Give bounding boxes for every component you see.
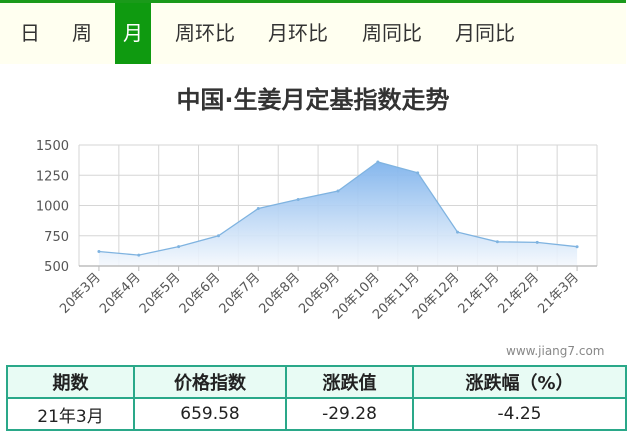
stats-table: 期数 价格指数 涨跌值 涨跌幅（%） 21年3月 659.58 -29.28 -… <box>6 365 627 431</box>
data-point <box>495 240 499 244</box>
index-area <box>98 161 578 266</box>
header-change-percent: 涨跌幅（%） <box>412 365 627 399</box>
tab-week-on-week[interactable]: 周环比 <box>165 3 245 64</box>
cell-price-index: 659.58 <box>133 397 287 431</box>
data-point <box>376 160 380 164</box>
y-tick-label: 750 <box>44 230 69 245</box>
y-tick-label: 1250 <box>36 169 69 184</box>
table-row: 21年3月 659.58 -29.28 -4.25 <box>6 397 627 431</box>
tab-month-year-on-year[interactable]: 月同比 <box>445 3 525 64</box>
cell-change-percent: -4.25 <box>412 397 627 431</box>
data-point <box>456 230 460 234</box>
x-tick-label: 20年5月 <box>137 270 184 317</box>
data-point <box>97 249 101 253</box>
x-tick-label: 20年8月 <box>256 270 303 317</box>
header-change-value: 涨跌值 <box>285 365 414 399</box>
y-axis: 500 750 1000 1250 1500 <box>36 139 69 275</box>
tab-day[interactable]: 日 <box>10 3 50 64</box>
x-axis: 20年3月20年4月20年5月20年6月20年7月20年8月20年9月20年10… <box>57 265 597 323</box>
x-tick-label: 20年7月 <box>217 270 264 317</box>
x-tick-label: 21年3月 <box>535 270 582 317</box>
tab-week-year-on-year[interactable]: 周同比 <box>352 3 432 64</box>
x-tick-label: 21年1月 <box>456 270 503 317</box>
tab-week[interactable]: 周 <box>62 3 102 64</box>
tab-month-on-month[interactable]: 月环比 <box>258 3 338 64</box>
period-tabs: 日 周 月 周环比 月环比 周同比 月同比 <box>0 0 626 64</box>
index-trend-chart: 500750100012501500 20年3月20年4月20年5月20年6月2… <box>36 139 598 323</box>
data-point <box>256 207 260 211</box>
cell-change-value: -29.28 <box>285 397 414 431</box>
x-tick-label: 20年3月 <box>57 270 104 317</box>
tab-month[interactable]: 月 <box>115 3 151 64</box>
stats-header-row: 期数 价格指数 涨跌值 涨跌幅（%） <box>6 365 627 399</box>
data-point <box>535 240 539 244</box>
data-point <box>575 245 579 249</box>
header-price-index: 价格指数 <box>133 365 287 399</box>
cell-period: 21年3月 <box>6 397 135 431</box>
data-point <box>216 234 220 238</box>
data-point <box>137 253 141 257</box>
y-tick-label: 1500 <box>36 139 69 154</box>
data-point <box>177 245 181 249</box>
chart-title: 中国·生姜月定基指数走势 <box>176 86 450 114</box>
data-point <box>296 197 300 201</box>
data-point <box>416 171 420 175</box>
x-tick-label: 21年2月 <box>496 270 543 317</box>
x-tick-label: 20年6月 <box>177 270 224 317</box>
watermark: www.jiang7.com <box>506 344 605 358</box>
y-tick-label: 500 <box>44 260 69 275</box>
x-tick-label: 20年4月 <box>97 270 144 317</box>
data-point <box>336 189 340 193</box>
y-tick-label: 1000 <box>36 200 69 215</box>
header-period: 期数 <box>6 365 135 399</box>
